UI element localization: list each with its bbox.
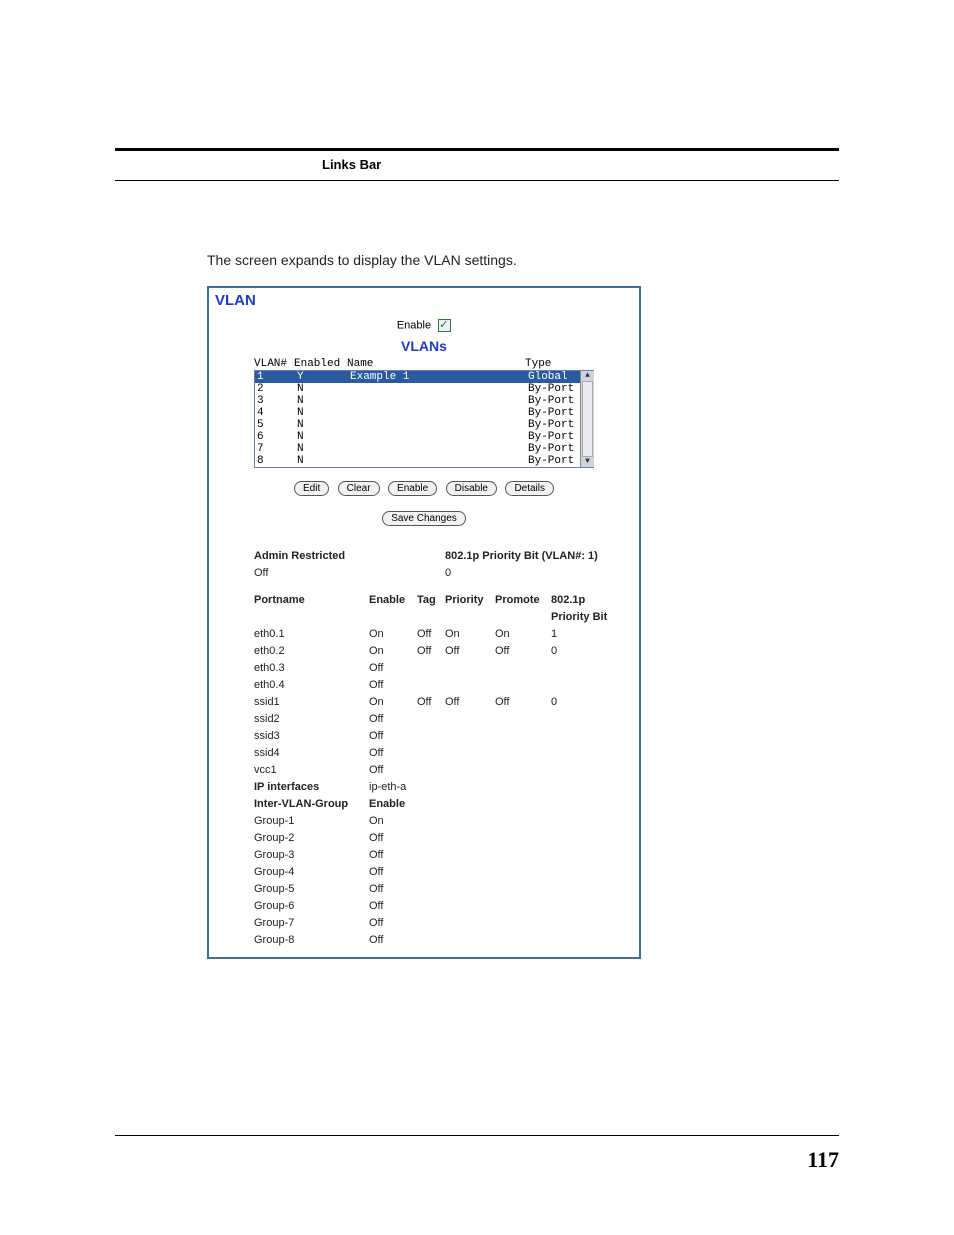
vlan-row[interactable]: 4NBy-Port (255, 407, 593, 419)
vlan-row[interactable]: 5NBy-Port (255, 419, 593, 431)
admin-restricted-label: Admin Restricted (254, 548, 369, 565)
button-row: Edit Clear Enable Disable Details (209, 478, 639, 496)
header-links-bar: Links Bar (322, 157, 381, 172)
hdr-priority: Priority (445, 592, 495, 626)
vlan-row[interactable]: 8NBy-Port (255, 455, 593, 467)
button-row-2: Save Changes (209, 508, 639, 526)
vlan-row[interactable]: 2NBy-Port (255, 383, 593, 395)
enable-line: Enable (209, 319, 639, 332)
col-enabled: Enabled (294, 358, 347, 370)
port-row: ssid1OnOffOffOff0 (254, 694, 614, 711)
intro-text: The screen expands to display the VLAN s… (207, 252, 517, 268)
vlan-table-body[interactable]: 1YExample 1Global2NBy-Port3NBy-Port4NBy-… (254, 370, 594, 468)
priority-bit-value: 0 (445, 565, 451, 582)
port-row: ssid3Off (254, 728, 614, 745)
enable-label: Enable (397, 319, 431, 331)
hdr-enable: Enable (369, 592, 417, 626)
inter-vlan-group-enable-label: Enable (369, 796, 405, 813)
col-vlan: VLAN# (254, 358, 294, 370)
vlan-table-header: VLAN# Enabled Name Type (254, 358, 594, 370)
vlans-heading: VLANs (209, 338, 639, 354)
group-row: Group-7Off (254, 915, 614, 932)
port-row: eth0.4Off (254, 677, 614, 694)
vlan-row[interactable]: 7NBy-Port (255, 443, 593, 455)
vlan-title: VLAN (209, 288, 639, 319)
port-row: ssid4Off (254, 745, 614, 762)
group-row: Group-5Off (254, 881, 614, 898)
ip-interfaces-label: IP interfaces (254, 779, 369, 796)
details-button[interactable]: Details (505, 481, 554, 496)
edit-button[interactable]: Edit (294, 481, 329, 496)
footer-rule (115, 1135, 839, 1136)
mid-rule (115, 180, 839, 181)
hdr-pbit: 802.1p Priority Bit (551, 592, 614, 626)
hdr-promote: Promote (495, 592, 551, 626)
port-row: eth0.3Off (254, 660, 614, 677)
port-row: vcc1Off (254, 762, 614, 779)
group-row: Group-2Off (254, 830, 614, 847)
disable-button[interactable]: Disable (446, 481, 497, 496)
port-header-row: Portname Enable Tag Priority Promote 802… (254, 592, 614, 626)
scroll-down-icon[interactable]: ▼ (581, 457, 594, 467)
inter-vlan-group-label: Inter-VLAN-Group (254, 796, 369, 813)
group-row: Group-1On (254, 813, 614, 830)
detail-block: Admin Restricted 802.1p Priority Bit (VL… (254, 548, 614, 949)
group-row: Group-3Off (254, 847, 614, 864)
vlan-row[interactable]: 3NBy-Port (255, 395, 593, 407)
hdr-tag: Tag (417, 592, 445, 626)
vlan-table: VLAN# Enabled Name Type 1YExample 1Globa… (254, 358, 594, 468)
port-row: eth0.2OnOffOffOff0 (254, 643, 614, 660)
vlan-screenshot: VLAN Enable VLANs VLAN# Enabled Name Typ… (207, 286, 641, 959)
enable-checkbox[interactable] (438, 319, 451, 332)
clear-button[interactable]: Clear (338, 481, 380, 496)
enable-button[interactable]: Enable (388, 481, 437, 496)
scrollbar[interactable]: ▲ ▼ (580, 371, 594, 467)
ip-interfaces-value: ip-eth-a (369, 779, 406, 796)
top-rule (115, 148, 839, 151)
hdr-portname: Portname (254, 592, 369, 626)
save-changes-button[interactable]: Save Changes (382, 511, 466, 526)
group-row: Group-6Off (254, 898, 614, 915)
vlan-row[interactable]: 1YExample 1Global (255, 371, 593, 383)
vlan-row[interactable]: 6NBy-Port (255, 431, 593, 443)
col-name: Name (347, 358, 525, 370)
scroll-up-icon[interactable]: ▲ (581, 371, 594, 381)
col-type: Type (525, 358, 580, 370)
port-row: eth0.1OnOffOnOn1 (254, 626, 614, 643)
priority-bit-label: 802.1p Priority Bit (VLAN#: 1) (445, 548, 614, 565)
admin-restricted-value: Off (254, 565, 369, 582)
group-row: Group-4Off (254, 864, 614, 881)
page-number: 117 (807, 1147, 839, 1173)
scroll-thumb[interactable] (582, 381, 593, 457)
group-row: Group-8Off (254, 932, 614, 949)
port-row: ssid2Off (254, 711, 614, 728)
